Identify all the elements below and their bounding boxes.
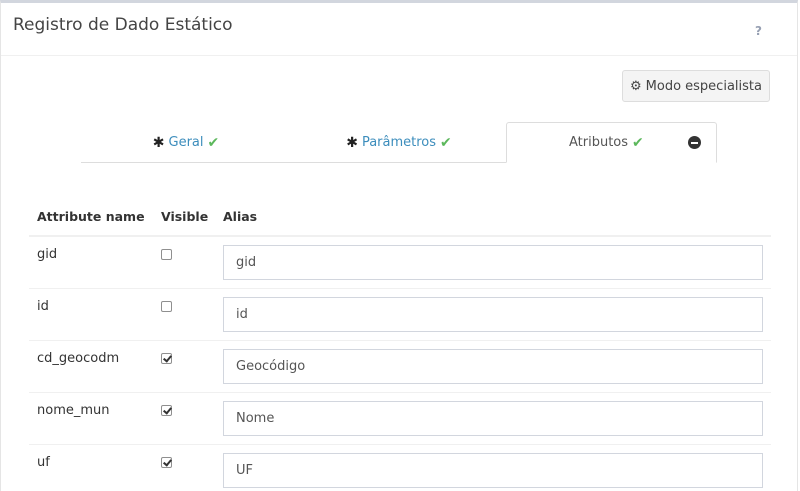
remove-circle-icon[interactable]: [688, 136, 701, 149]
visible-checkbox[interactable]: [161, 249, 172, 260]
tab-parametros[interactable]: ✱ Parâmetros ✔: [293, 122, 505, 163]
tab-label: Geral: [168, 135, 204, 150]
help-icon[interactable]: ?: [755, 24, 762, 38]
attribute-name-cell: gid: [37, 247, 58, 262]
row-divider: [29, 288, 771, 289]
visible-checkbox[interactable]: [161, 353, 172, 364]
tab-label: Parâmetros: [361, 135, 437, 150]
static-data-panel: Registro de Dado Estático ? ⚙ Modo espec…: [0, 0, 798, 491]
expert-mode-button[interactable]: ⚙ Modo especialista: [622, 70, 770, 102]
alias-input[interactable]: [223, 401, 763, 436]
panel-header: Registro de Dado Estático ?: [1, 3, 797, 56]
alias-input[interactable]: [223, 297, 763, 332]
gear-icon: ⚙: [630, 78, 642, 94]
tab-atributos[interactable]: Atributos ✔: [506, 122, 717, 163]
visible-checkbox[interactable]: [161, 301, 172, 312]
column-header-attribute-name: Attribute name: [37, 209, 145, 224]
check-icon: ✔: [632, 134, 644, 151]
attribute-name-cell: nome_mun: [37, 403, 110, 418]
row-divider: [29, 444, 771, 445]
page-title: Registro de Dado Estático: [13, 15, 233, 35]
row-divider: [29, 392, 771, 393]
expert-mode-label: Modo especialista: [645, 78, 762, 94]
tab-geral[interactable]: ✱ Geral ✔: [81, 122, 291, 163]
column-header-alias: Alias: [223, 209, 258, 224]
check-icon: ✔: [440, 134, 452, 151]
asterisk-icon: ✱: [346, 134, 358, 151]
visible-checkbox[interactable]: [161, 405, 172, 416]
attribute-name-cell: uf: [37, 455, 50, 470]
visible-checkbox[interactable]: [161, 457, 172, 468]
table-header-divider: [29, 235, 771, 237]
attribute-name-cell: cd_geocodm: [37, 351, 120, 366]
alias-input[interactable]: [223, 453, 763, 488]
row-divider: [29, 340, 771, 341]
asterisk-icon: ✱: [152, 134, 165, 151]
column-header-visible: Visible: [161, 209, 209, 224]
alias-input[interactable]: [223, 245, 763, 280]
attribute-name-cell: id: [37, 299, 49, 314]
tab-label: Atributos: [569, 135, 629, 150]
alias-input[interactable]: [223, 349, 763, 384]
check-icon: ✔: [207, 134, 220, 151]
